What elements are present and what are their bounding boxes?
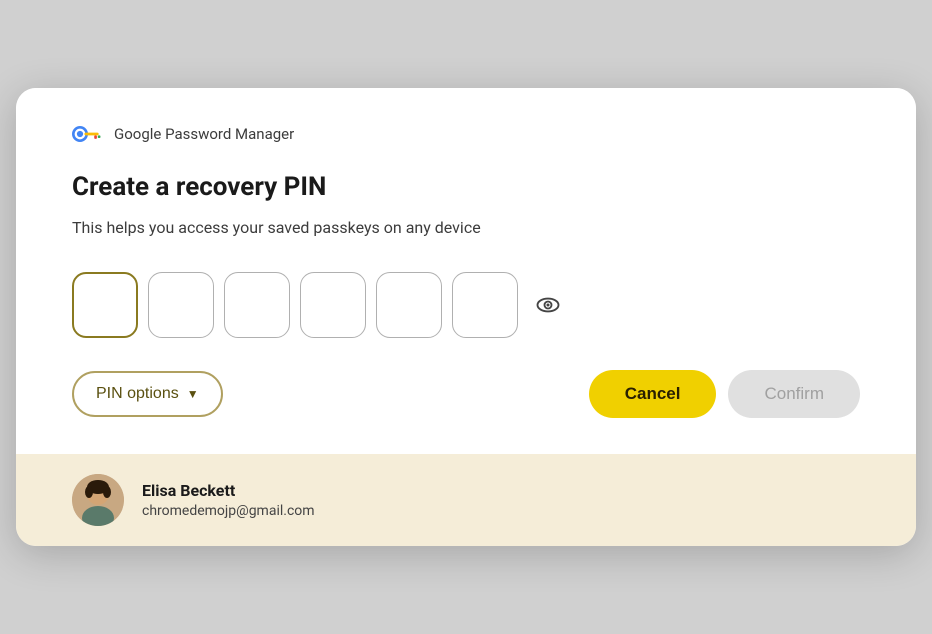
pin-box-2[interactable] bbox=[148, 272, 214, 338]
pin-box-6[interactable] bbox=[452, 272, 518, 338]
account-name: Elisa Beckett bbox=[142, 481, 315, 500]
pin-box-3[interactable] bbox=[224, 272, 290, 338]
pin-box-4[interactable] bbox=[300, 272, 366, 338]
dialog-subtitle: This helps you access your saved passkey… bbox=[72, 217, 860, 239]
pin-box-1[interactable] bbox=[72, 272, 138, 338]
app-name-label: Google Password Manager bbox=[114, 125, 294, 143]
pin-options-button[interactable]: PIN options ▼ bbox=[72, 371, 223, 417]
pin-input-row bbox=[72, 272, 860, 338]
account-email: chromedemojp@gmail.com bbox=[142, 503, 315, 519]
dialog-body: Google Password Manager Create a recover… bbox=[16, 88, 916, 454]
actions-row: PIN options ▼ Cancel Confirm bbox=[72, 370, 860, 418]
account-info: Elisa Beckett chromedemojp@gmail.com bbox=[142, 481, 315, 519]
dialog-header: Google Password Manager bbox=[72, 124, 860, 144]
cancel-button[interactable]: Cancel bbox=[589, 370, 717, 418]
google-password-manager-logo bbox=[72, 124, 104, 144]
toggle-visibility-icon[interactable] bbox=[534, 291, 562, 319]
dialog-title: Create a recovery PIN bbox=[72, 172, 860, 203]
chevron-down-icon: ▼ bbox=[187, 387, 199, 401]
right-buttons: Cancel Confirm bbox=[589, 370, 860, 418]
page-background: Google Password Manager Create a recover… bbox=[0, 0, 932, 634]
user-avatar bbox=[72, 474, 124, 526]
pin-box-5[interactable] bbox=[376, 272, 442, 338]
account-footer: Elisa Beckett chromedemojp@gmail.com bbox=[16, 454, 916, 546]
pin-options-label: PIN options bbox=[96, 385, 179, 403]
confirm-button[interactable]: Confirm bbox=[728, 370, 860, 418]
dialog-container: Google Password Manager Create a recover… bbox=[16, 88, 916, 546]
